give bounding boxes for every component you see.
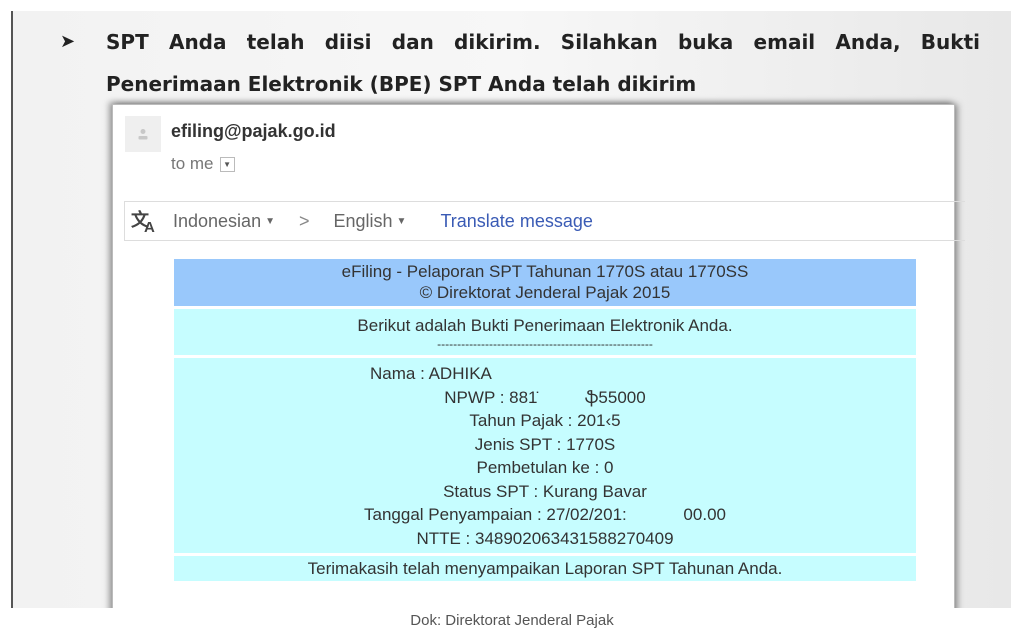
- detail-jenis-spt: Jenis SPT : 1770S: [474, 434, 616, 454]
- intro-text: Berikut adalah Bukti Penerimaan Elektron…: [357, 316, 733, 335]
- arrow-bullet-icon: ➤: [60, 31, 76, 52]
- language-separator: >: [298, 210, 310, 231]
- show-details-button[interactable]: ▼: [219, 156, 235, 172]
- detail-npwp: NPWP : 881̇ ֆ55000: [444, 387, 646, 407]
- bullet-line-1: SPT Anda telah diisi dan dikirim. Silahk…: [106, 30, 980, 54]
- detail-tahun-pajak: Tahun Pajak : 201‹5: [469, 411, 621, 430]
- receipt-title: eFiling - Pelaporan SPT Tahunan 1770S at…: [341, 262, 749, 281]
- person-icon: [138, 129, 148, 140]
- bullet-point: ➤ SPT Anda telah diisi dan dikirim. Sila…: [60, 21, 980, 105]
- bullet-text: SPT Anda telah diisi dan dikirim. Silahk…: [106, 21, 980, 105]
- detail-nama: Nama : ADHIKA: [370, 364, 492, 383]
- detail-tanggal-penyampaian: Tanggal Penyampaian : 27/02/201: 00.00: [364, 505, 726, 524]
- email-screenshot: efiling@pajak.go.id to me ▼ 文A Indonesia…: [112, 104, 965, 608]
- detail-pembetulan: Pembetulan ke : 0: [476, 458, 614, 477]
- presentation-slide: ➤ SPT Anda telah diisi dan dikirim. Sila…: [11, 11, 1011, 608]
- caret-down-icon: ▼: [265, 215, 275, 227]
- avatar[interactable]: [125, 116, 161, 152]
- receipt-thanks: Terimakasih telah menyampaikan Laporan S…: [174, 556, 916, 581]
- receipt-copyright: © Direktorat Jenderal Pajak 2015: [419, 283, 671, 302]
- chevron-down-icon: ▼: [223, 159, 231, 169]
- receipt-intro: Berikut adalah Bukti Penerimaan Elektron…: [174, 309, 916, 355]
- intro-divider: ----------------------------------------…: [437, 337, 653, 351]
- recipient-line: to me ▼: [171, 154, 235, 174]
- detail-ntte: NTTE : 348902063431588270409: [416, 528, 674, 548]
- sender-address[interactable]: efiling@pajak.go.id: [171, 121, 336, 142]
- caret-down-icon: ▼: [396, 215, 407, 227]
- source-language-dropdown[interactable]: Indonesian ▼: [173, 211, 275, 232]
- thanks-text: Terimakasih telah menyampaikan Laporan S…: [307, 559, 783, 578]
- recipient-label: to me: [171, 154, 214, 173]
- source-language-label: Indonesian: [173, 210, 262, 231]
- translate-bar: 文A Indonesian ▼ > English ▼ Translate me…: [124, 201, 965, 241]
- target-language-dropdown[interactable]: English ▼: [334, 211, 407, 232]
- bpe-receipt: eFiling - Pelaporan SPT Tahunan 1770S at…: [174, 259, 916, 584]
- target-language-label: English: [333, 210, 393, 231]
- receipt-header: eFiling - Pelaporan SPT Tahunan 1770S at…: [174, 259, 916, 306]
- translate-message-link[interactable]: Translate message: [440, 211, 592, 232]
- detail-status-spt: Status SPT : Kurang Bavar: [443, 481, 647, 501]
- receipt-details: Nama : ADHIKA NPWP : 881̇ ֆ55000 Tahun P…: [174, 358, 916, 553]
- translate-icon: 文A: [131, 210, 155, 236]
- image-caption: Dok: Direktorat Jenderal Pajak: [410, 612, 614, 629]
- bullet-line-2: Penerimaan Elektronik (BPE) SPT Anda tel…: [106, 72, 697, 96]
